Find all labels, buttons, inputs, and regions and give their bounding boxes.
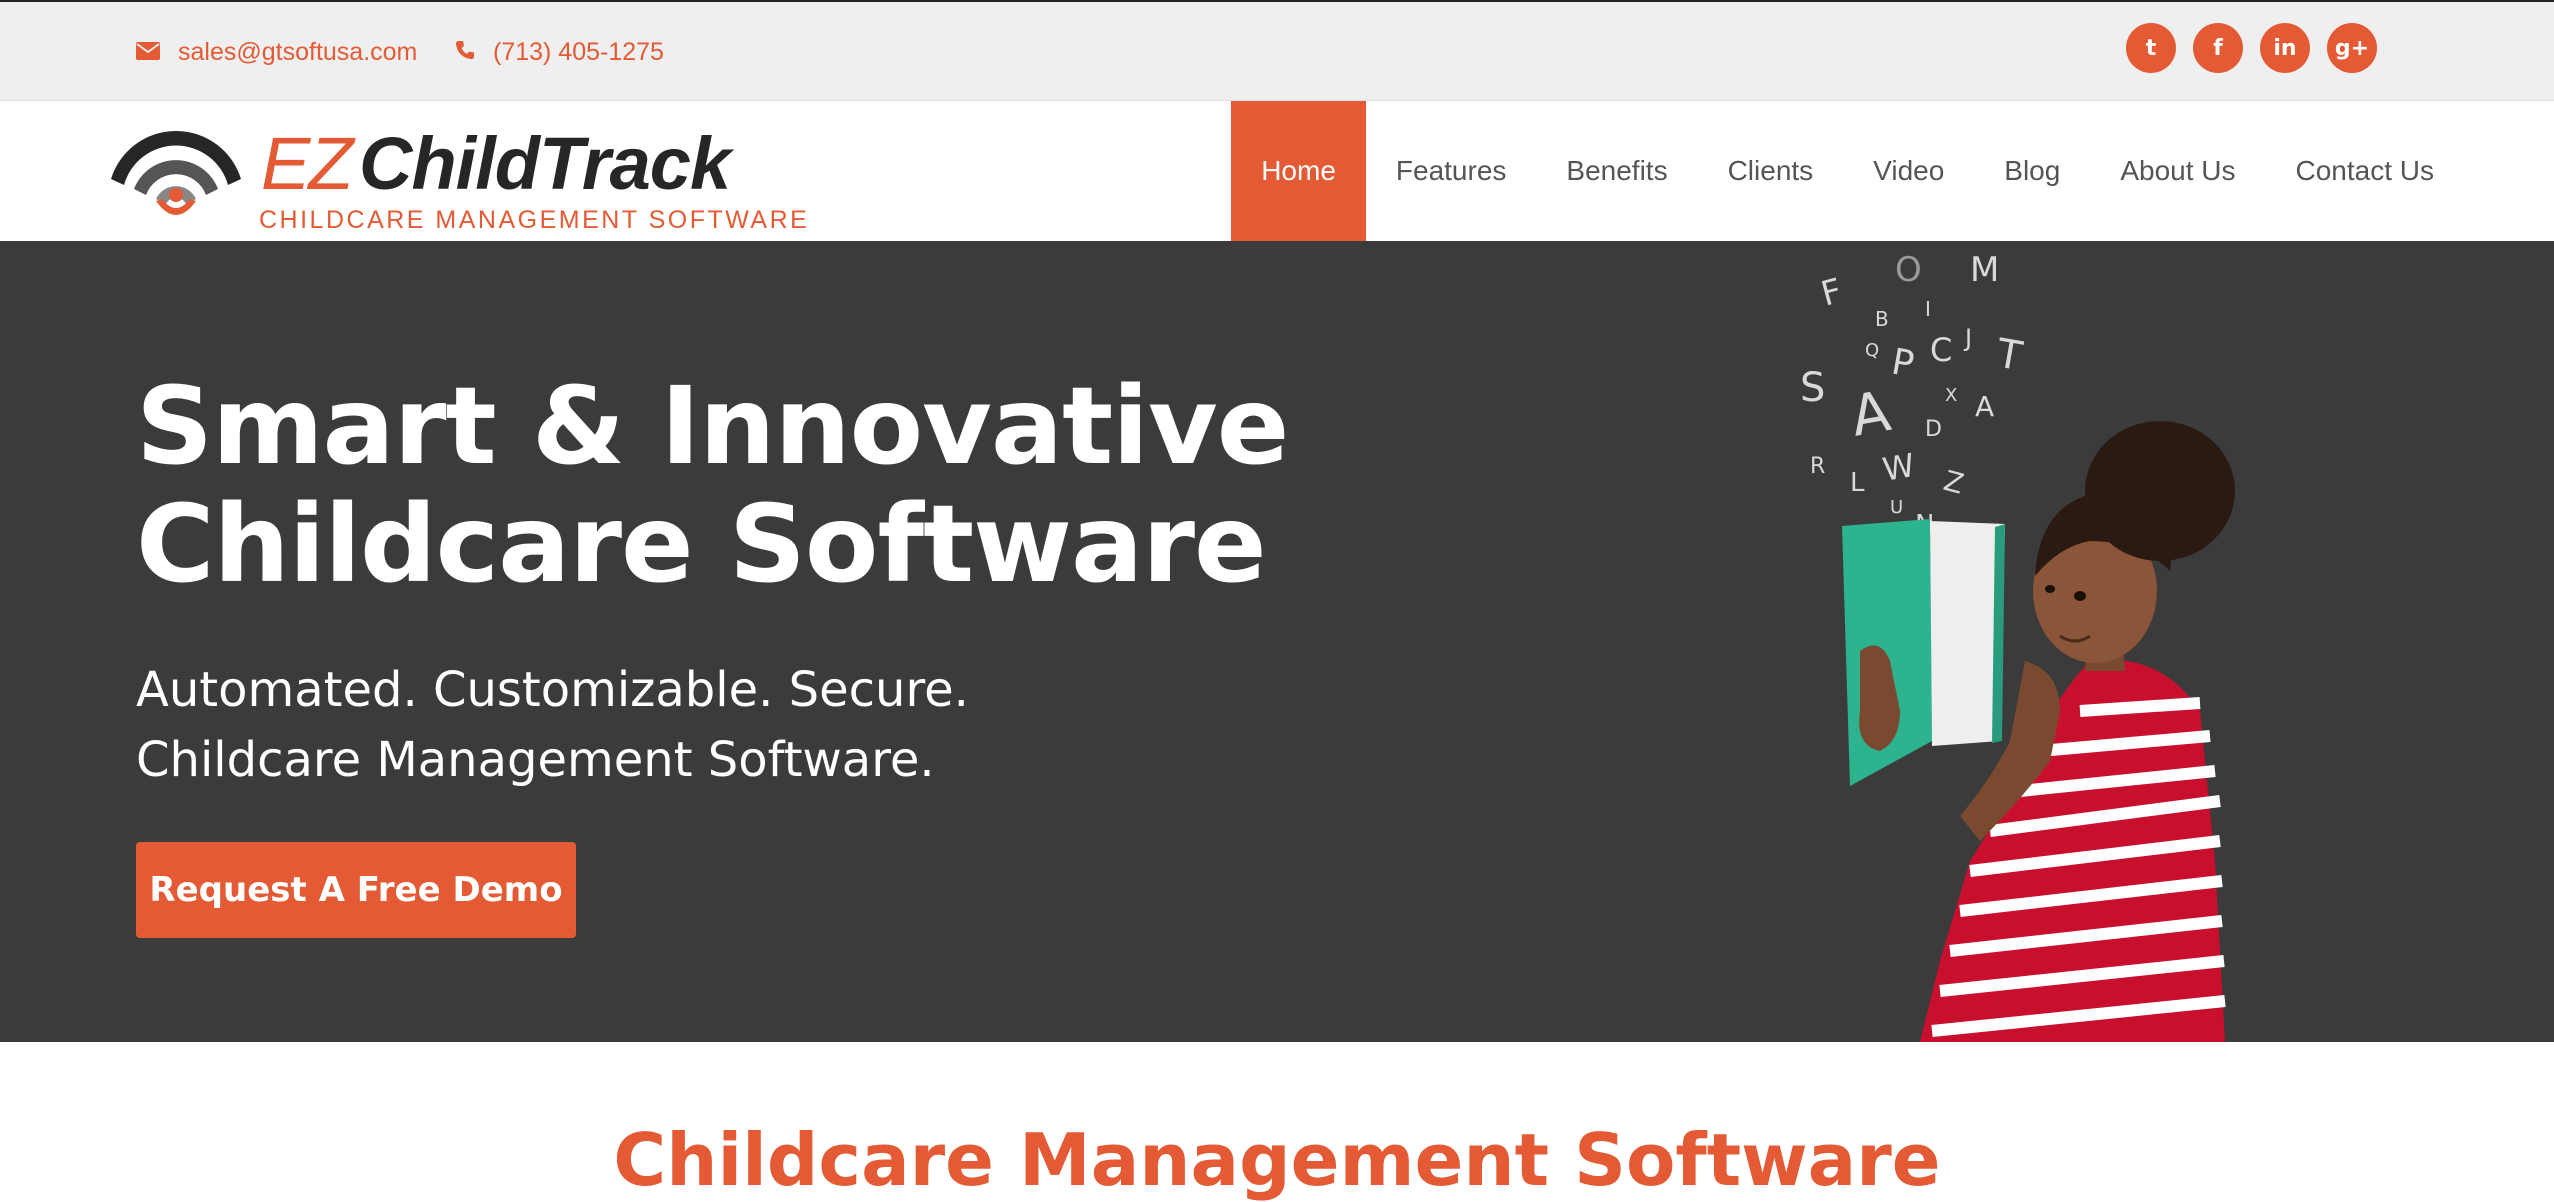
svg-text:U: U	[1890, 497, 1903, 518]
svg-text:C: C	[1930, 331, 1952, 369]
logo-tagline: CHILDCARE MANAGEMENT SOFTWARE	[259, 206, 810, 234]
envelope-icon	[136, 38, 160, 67]
svg-text:R: R	[1810, 454, 1825, 479]
svg-text:P: P	[1888, 341, 1917, 385]
nav-item-benefits[interactable]: Benefits	[1536, 101, 1697, 241]
nav-item-contact-us[interactable]: Contact Us	[2266, 101, 2465, 241]
hero-title: Smart & Innovative Childcare Software	[136, 368, 1436, 604]
site-logo[interactable]: EZ ChildTrack CHILDCARE MANAGEMENT SOFTW…	[106, 121, 807, 234]
svg-text:S: S	[1800, 365, 1825, 411]
svg-text:D: D	[1925, 417, 1942, 442]
svg-text:A: A	[1846, 379, 1895, 450]
nav-item-features[interactable]: Features	[1366, 101, 1537, 241]
hero-title-line1: Smart & Innovative	[136, 365, 1289, 489]
svg-text:X: X	[1945, 385, 1957, 406]
svg-text:Z: Z	[1940, 464, 1967, 501]
svg-text:I: I	[1925, 297, 1931, 321]
nav-item-home[interactable]: Home	[1231, 101, 1366, 241]
floating-letters-decoration: F O M B I Q P C J T S A X D A R L W Z U …	[1800, 250, 2026, 540]
twitter-icon[interactable]: t	[2126, 23, 2176, 73]
google-plus-icon[interactable]: g+	[2327, 23, 2377, 73]
svg-text:J: J	[1963, 324, 1972, 352]
logo-childtrack-text: ChildTrack	[359, 122, 731, 205]
nav-item-blog[interactable]: Blog	[1974, 101, 2090, 241]
email-text: sales@gtsoftusa.com	[178, 38, 418, 66]
linkedin-icon[interactable]: in	[2260, 23, 2310, 73]
logo-ez-text: EZ	[261, 122, 354, 205]
svg-text:L: L	[1850, 468, 1865, 498]
main-nav: Home Features Benefits Clients Video Blo…	[1231, 101, 2464, 241]
nav-item-clients[interactable]: Clients	[1698, 101, 1844, 241]
svg-text:F: F	[1817, 271, 1846, 315]
hero-subtitle-line2: Childcare Management Software.	[136, 732, 935, 788]
svg-text:A: A	[1975, 390, 1994, 423]
svg-text:T: T	[1992, 330, 2026, 380]
svg-text:W: W	[1880, 446, 1918, 489]
email-link[interactable]: sales@gtsoftusa.com	[136, 38, 417, 67]
section-title: Childcare Management Software	[613, 1118, 1941, 1202]
phone-text: (713) 405-1275	[493, 38, 664, 66]
svg-text:B: B	[1875, 307, 1889, 331]
svg-text:Q: Q	[1865, 340, 1879, 361]
site-header: EZ ChildTrack CHILDCARE MANAGEMENT SOFTW…	[0, 101, 2554, 241]
hero-title-line2: Childcare Software	[136, 483, 1267, 607]
phone-link[interactable]: (713) 405-1275	[455, 38, 664, 67]
wifi-child-icon	[111, 130, 241, 215]
nav-item-video[interactable]: Video	[1843, 101, 1974, 241]
hero-banner: Smart & Innovative Childcare Software Au…	[0, 241, 2554, 1042]
girl-reading-illustration: F O M B I Q P C J T S A X D A R L W Z U …	[1800, 250, 2235, 1042]
hero-subtitle: Automated. Customizable. Secure. Childca…	[136, 655, 1336, 795]
phone-icon	[455, 38, 475, 67]
svg-text:O: O	[1895, 250, 1922, 290]
hero-subtitle-line1: Automated. Customizable. Secure.	[136, 662, 969, 718]
svg-text:M: M	[1970, 250, 1999, 290]
top-contact-bar: sales@gtsoftusa.com (713) 405-1275 t f i…	[0, 0, 2554, 101]
nav-item-about-us[interactable]: About Us	[2090, 101, 2265, 241]
request-demo-button[interactable]: Request A Free Demo	[136, 842, 576, 938]
social-links: t f in g+	[2126, 23, 2377, 73]
facebook-icon[interactable]: f	[2193, 23, 2243, 73]
